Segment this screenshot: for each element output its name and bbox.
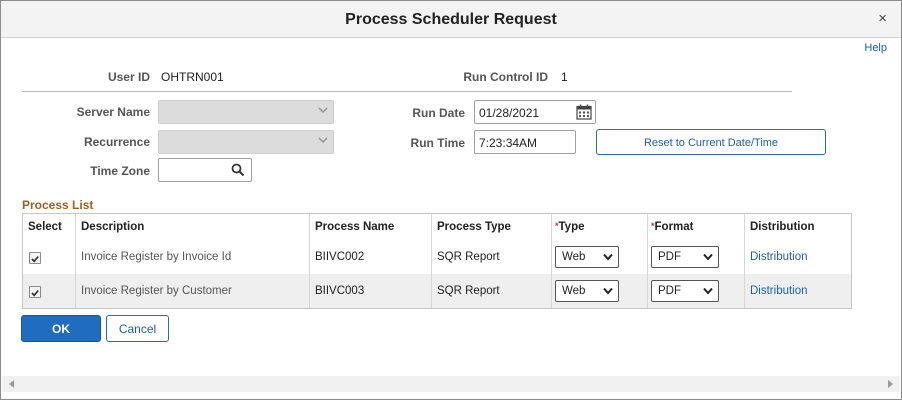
time-zone-input[interactable] (158, 158, 252, 182)
server-name-label: Server Name (76, 105, 150, 119)
run-control-id-label: Run Control ID (463, 70, 548, 84)
row-process-name: BIIVC002 (315, 251, 365, 263)
type-select[interactable]: Web (555, 246, 619, 268)
row-process-type: SQR Report (437, 251, 500, 263)
check-icon (31, 255, 39, 263)
table-header-row: Select Description Process Name Process … (23, 214, 851, 241)
process-list-table: Select Description Process Name Process … (22, 213, 852, 309)
col-process-name: Process Name (315, 221, 395, 233)
scroll-left-icon[interactable] (9, 380, 14, 388)
process-list-title: Process List (22, 198, 94, 212)
col-type: Type (558, 221, 585, 233)
horizontal-scrollbar[interactable] (2, 376, 900, 392)
format-value: PDF (658, 285, 681, 297)
col-select: Select (28, 221, 62, 233)
format-select[interactable]: PDF (651, 280, 719, 302)
chevron-down-icon (603, 253, 613, 261)
cancel-button[interactable]: Cancel (106, 315, 169, 342)
dialog-titlebar: Process Scheduler Request × (1, 1, 901, 38)
distribution-link[interactable]: Distribution (750, 251, 808, 263)
col-format: Format (654, 221, 694, 233)
time-zone-label: Time Zone (90, 164, 150, 178)
row-description: Invoice Register by Invoice Id (81, 251, 232, 263)
server-name-select (158, 100, 334, 124)
chevron-down-icon (318, 137, 328, 144)
reset-current-datetime-button[interactable]: Reset to Current Date/Time (596, 129, 826, 155)
process-scheduler-dialog: Process Scheduler Request × Help User ID… (0, 0, 902, 400)
scroll-right-icon[interactable] (888, 380, 893, 388)
header-separator (22, 91, 792, 92)
type-select[interactable]: Web (555, 280, 619, 302)
chevron-down-icon (318, 107, 328, 114)
run-time-input[interactable]: 7:23:34AM (474, 130, 576, 154)
run-time-value: 7:23:34AM (479, 136, 538, 150)
col-process-type: Process Type (437, 221, 511, 233)
help-link[interactable]: Help (864, 42, 887, 54)
run-control-id-value: 1 (561, 70, 568, 84)
table-row: Invoice Register by Invoice Id BIIVC002 … (23, 240, 851, 275)
dialog-title: Process Scheduler Request (345, 11, 557, 28)
check-icon (31, 289, 39, 297)
run-date-value: 01/28/2021 (479, 106, 540, 120)
row-description: Invoice Register by Customer (81, 285, 232, 297)
recurrence-select (158, 130, 334, 154)
chevron-down-icon (703, 287, 713, 295)
select-checkbox[interactable] (29, 252, 41, 264)
run-date-input[interactable]: 01/28/2021 (474, 100, 596, 124)
row-process-name: BIIVC003 (315, 285, 365, 297)
ok-button[interactable]: OK (21, 315, 101, 342)
close-icon[interactable]: × (878, 11, 887, 27)
chevron-down-icon (703, 253, 713, 261)
row-process-type: SQR Report (437, 285, 500, 297)
user-id-value: OHTRN001 (161, 70, 224, 84)
run-time-label: Run Time (410, 136, 465, 150)
format-value: PDF (658, 251, 681, 263)
table-row: Invoice Register by Customer BIIVC003 SQ… (23, 274, 851, 308)
search-icon[interactable] (231, 163, 245, 177)
recurrence-label: Recurrence (83, 135, 150, 149)
type-value: Web (562, 251, 586, 263)
type-value: Web (562, 285, 586, 297)
calendar-icon[interactable] (576, 104, 592, 120)
distribution-link[interactable]: Distribution (750, 285, 808, 297)
run-date-label: Run Date (412, 106, 465, 120)
col-description: Description (81, 221, 145, 233)
select-checkbox[interactable] (29, 286, 41, 298)
col-distribution: Distribution (750, 221, 815, 233)
user-id-label: User ID (107, 70, 150, 84)
chevron-down-icon (603, 287, 613, 295)
format-select[interactable]: PDF (651, 246, 719, 268)
